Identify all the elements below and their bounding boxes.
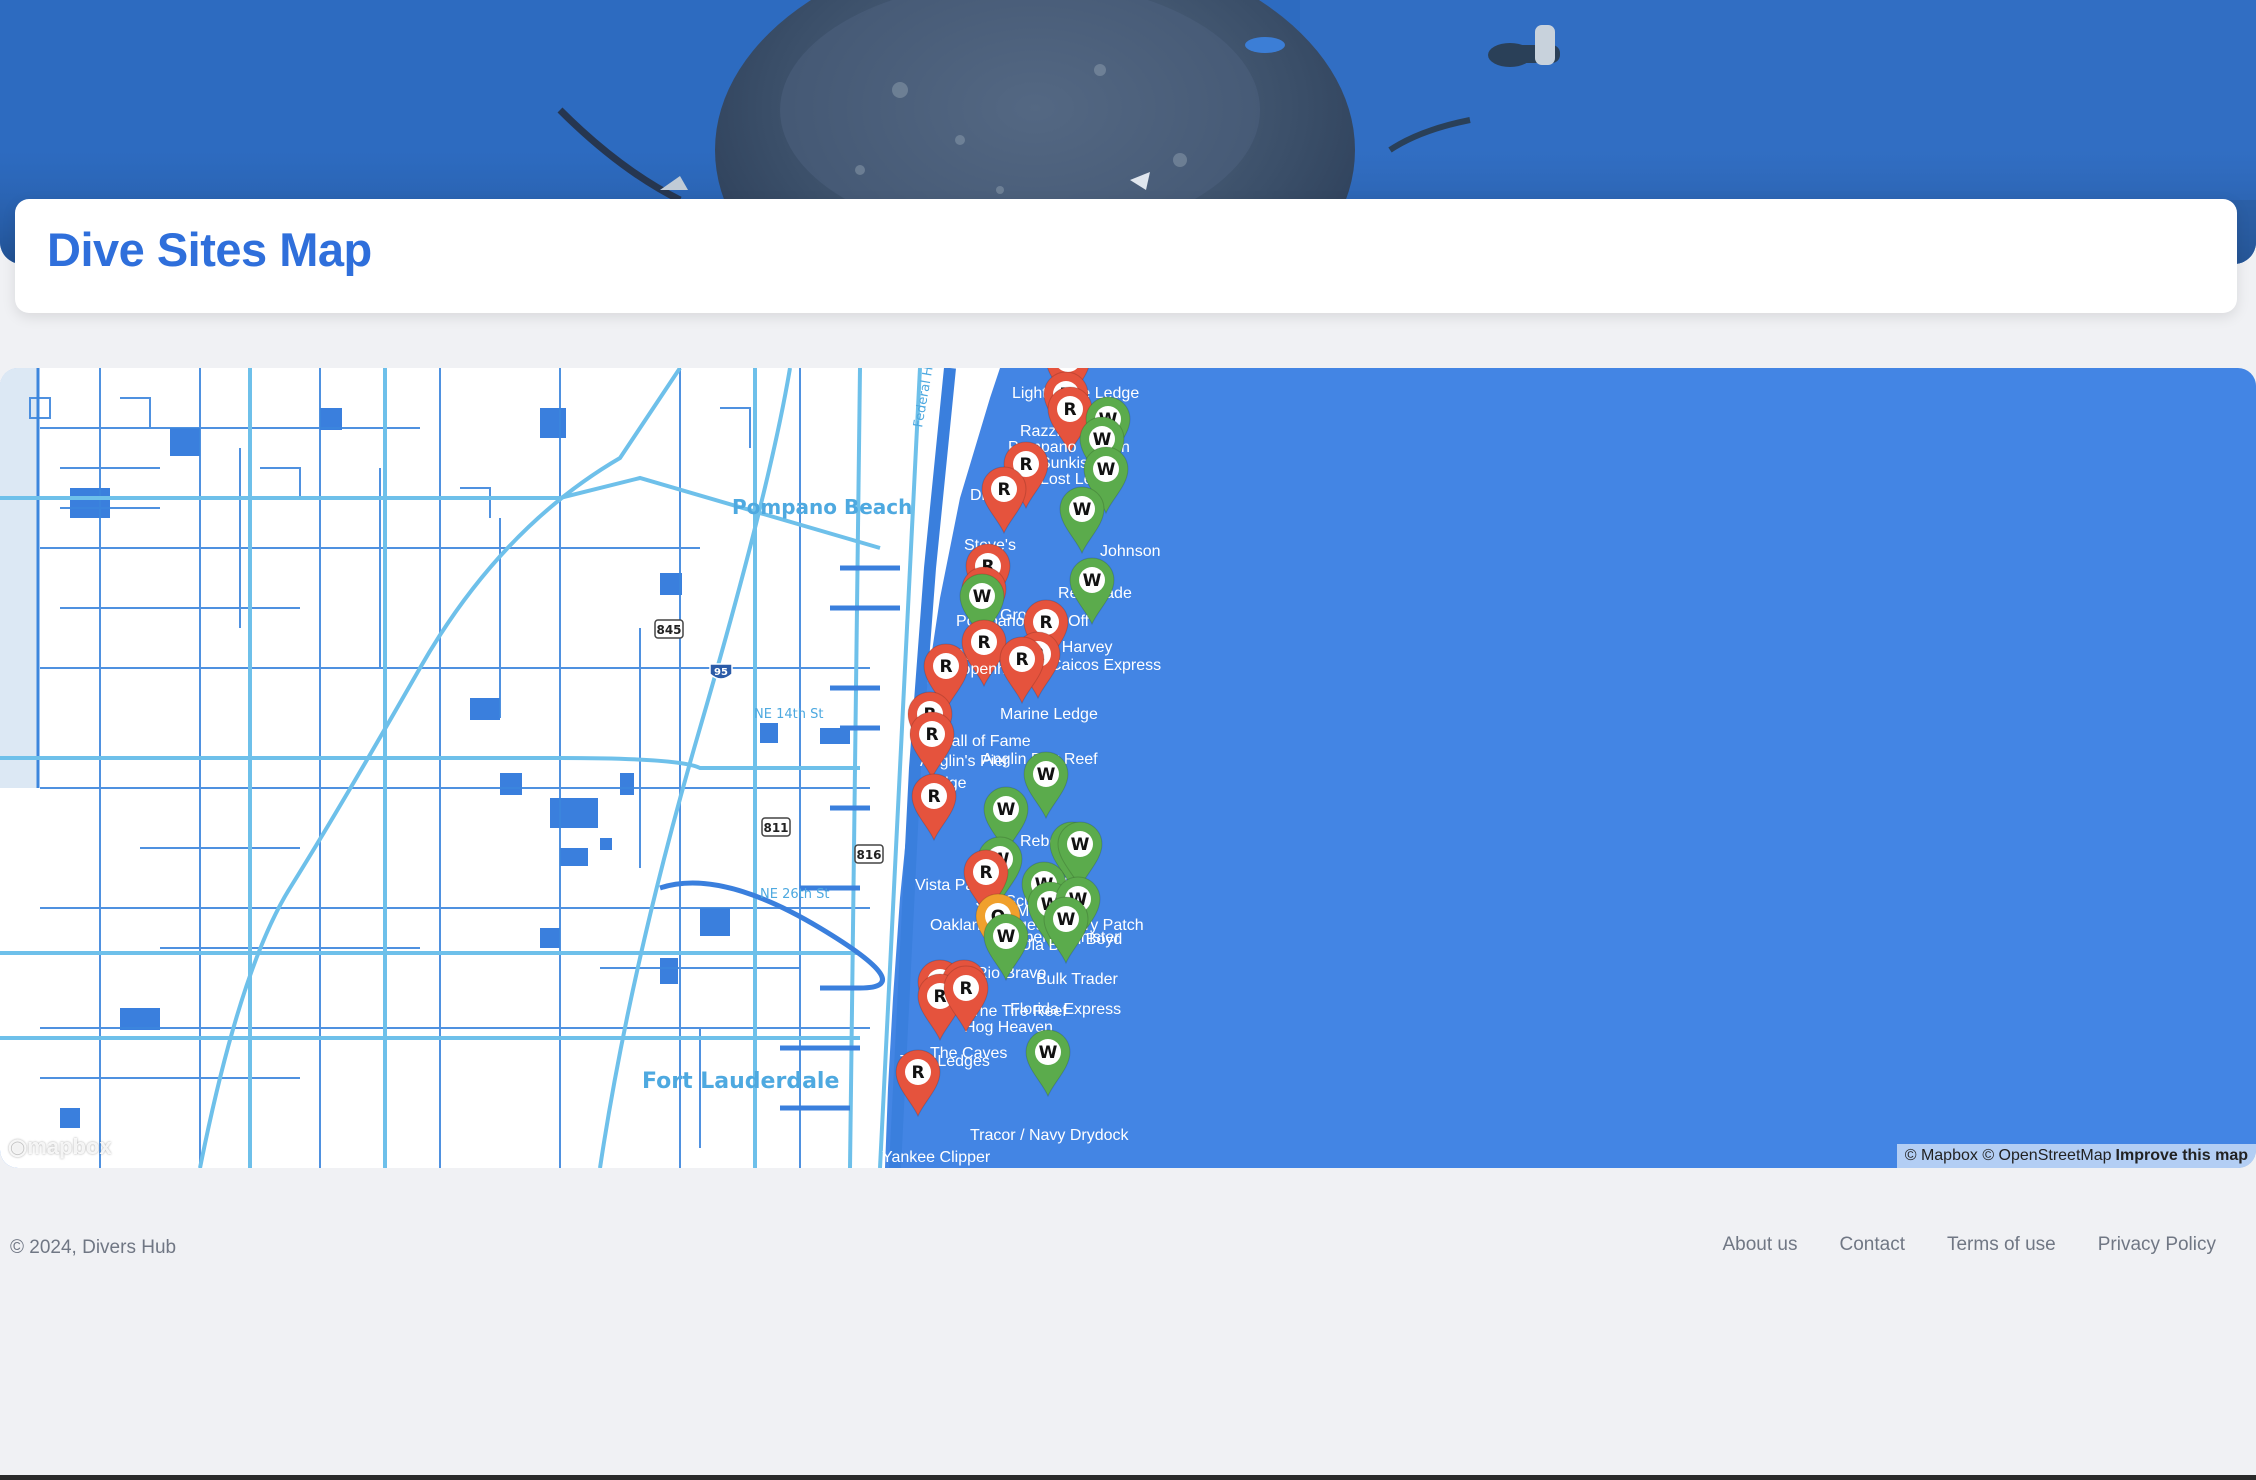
footer-link-contact[interactable]: Contact (1840, 1234, 1905, 1256)
dive-sites-map[interactable]: 845 95 811 816 Pompano Beach Fort Lauder… (0, 368, 2256, 1168)
marker-type-glyph: R (977, 633, 990, 653)
city-label-fort-lauderdale: Fort Lauderdale (642, 1069, 839, 1094)
marker-type-glyph: W (1057, 910, 1076, 930)
road-label-26th: NE 26th St (760, 887, 829, 902)
marker-type-glyph: R (1063, 400, 1076, 420)
marker-type-glyph: W (1071, 835, 1090, 855)
footer-link-terms[interactable]: Terms of use (1947, 1234, 2056, 1256)
mapbox-logo[interactable]: ◉mapbox (8, 1134, 112, 1160)
city-label-pompano: Pompano Beach (732, 495, 912, 519)
marker-type-glyph: W (1037, 765, 1056, 785)
dive-site-marker[interactable]: RSteve's (964, 466, 1027, 554)
dive-site-label[interactable]: Yankee Clipper (882, 1149, 991, 1166)
marker-type-glyph: R (927, 787, 940, 807)
shield-811: 811 (763, 821, 788, 835)
marker-type-glyph: W (1073, 500, 1092, 520)
marker-type-glyph: R (925, 725, 938, 745)
marker-type-glyph: R (1019, 455, 1032, 475)
marker-type-glyph: R (959, 979, 972, 999)
shield-816: 816 (856, 848, 881, 862)
road-label-14th: NE 14th St (754, 707, 823, 722)
footer-nav: About us Contact Terms of use Privacy Po… (1723, 1234, 2217, 1256)
page-title-card: Dive Sites Map (15, 199, 2237, 313)
marker-type-glyph: R (911, 1063, 924, 1083)
mapbox-logo-icon: ◉ (8, 1134, 28, 1159)
shield-845: 845 (656, 623, 681, 637)
marker-type-glyph: W (1083, 571, 1102, 591)
dive-site-label[interactable]: Johnson (1100, 543, 1161, 560)
marker-type-glyph: W (973, 587, 992, 607)
marker-type-glyph: W (997, 800, 1016, 820)
bottom-bar (0, 1475, 2256, 1480)
mapbox-logo-text: mapbox (27, 1134, 112, 1159)
marker-type-glyph: W (1039, 1043, 1058, 1063)
map-attribution: © Mapbox © OpenStreetMap Improve this map (1896, 1144, 2256, 1168)
marker-type-glyph: R (1015, 650, 1028, 670)
marker-type-glyph: R (979, 863, 992, 883)
marker-type-glyph: W (1097, 460, 1116, 480)
footer-link-about[interactable]: About us (1723, 1234, 1798, 1256)
marker-type-glyph: W (997, 927, 1016, 947)
dive-site-label[interactable]: The Caves (930, 1045, 1007, 1062)
page-title: Dive Sites Map (47, 223, 372, 276)
dive-site-label[interactable]: Bulk Trader (1036, 971, 1118, 988)
dive-site-label[interactable]: Caicos Express (1050, 657, 1161, 674)
dive-site-label[interactable]: Florida Express (1010, 1001, 1121, 1018)
marker-type-glyph: R (997, 480, 1010, 500)
marker-type-glyph: R (1061, 368, 1074, 370)
map-canvas[interactable]: 845 95 811 816 Pompano Beach Fort Lauder… (0, 368, 2256, 1168)
attribution-text: © Mapbox © OpenStreetMap (1904, 1147, 2112, 1164)
marker-type-glyph: R (939, 657, 952, 677)
shield-95: 95 (714, 667, 728, 678)
footer-link-privacy[interactable]: Privacy Policy (2098, 1234, 2216, 1256)
dive-site-label[interactable]: Marine Ledge (1000, 706, 1098, 723)
improve-map-link[interactable]: Improve this map (2116, 1147, 2248, 1164)
footer-copyright: © 2024, Divers Hub (10, 1237, 177, 1258)
dive-site-label[interactable]: Tracor / Navy Drydock (970, 1127, 1130, 1144)
marker-type-glyph: R (1039, 613, 1052, 633)
